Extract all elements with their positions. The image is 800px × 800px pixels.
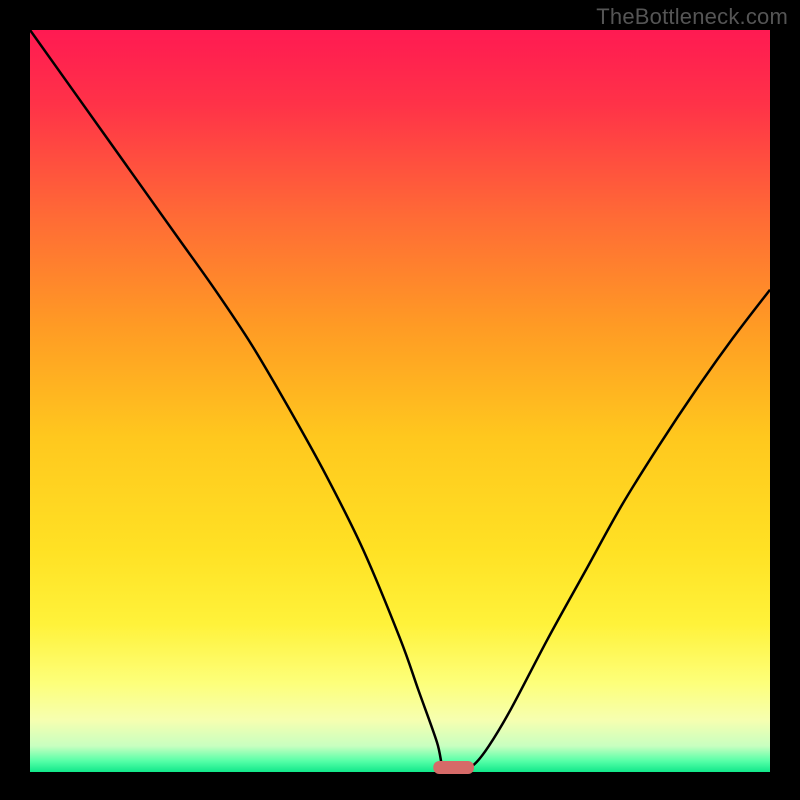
gradient-background: [30, 30, 770, 772]
bottleneck-chart: [0, 0, 800, 800]
chart-frame: TheBottleneck.com: [0, 0, 800, 800]
watermark-text: TheBottleneck.com: [596, 4, 788, 30]
optimal-marker: [433, 761, 474, 774]
